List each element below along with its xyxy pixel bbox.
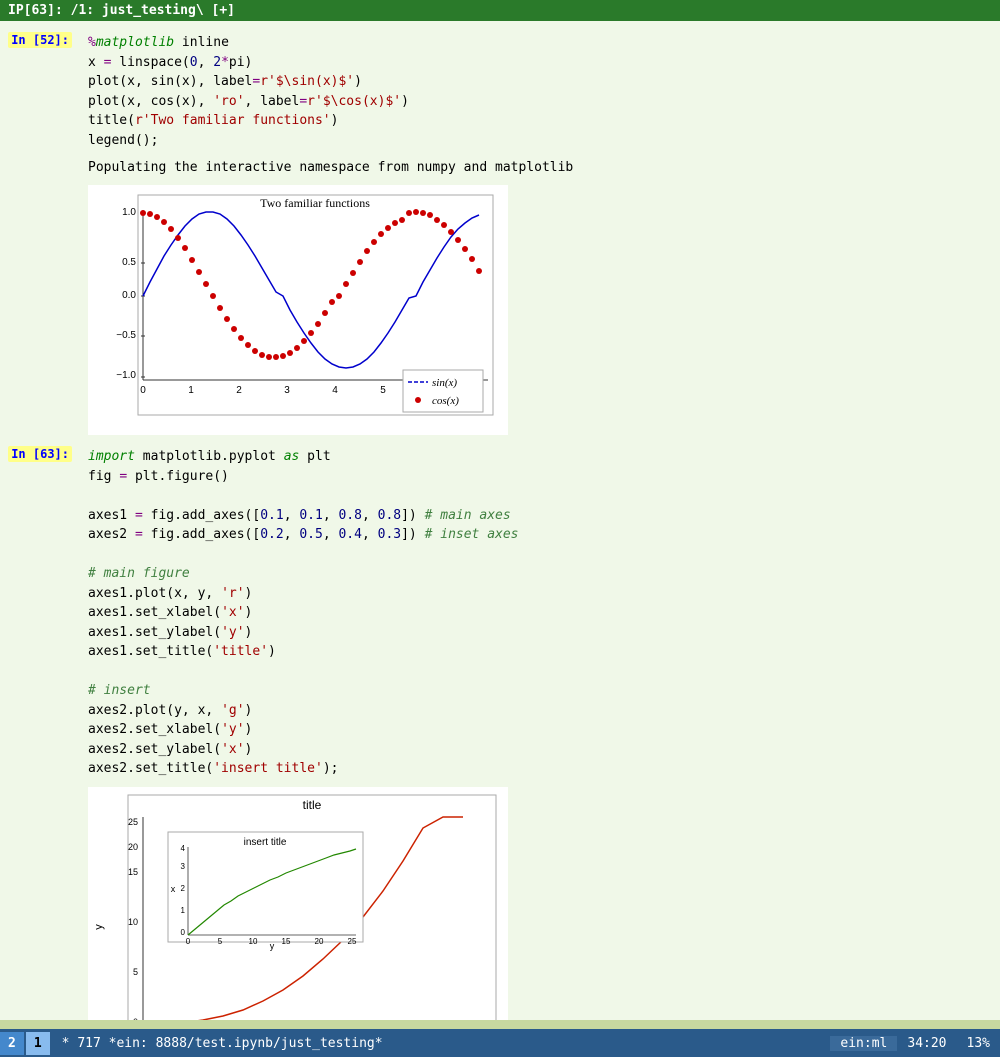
prompt-label-63: In [63]: — [8, 446, 72, 462]
chart1-title: Two familiar functions — [260, 196, 370, 210]
chart1-prompt — [0, 181, 80, 443]
cell-in-63: In [63]: import matplotlib.pyplot as plt… — [0, 443, 1000, 783]
status-position: 34:20 — [897, 1036, 956, 1051]
cell-prompt-52: In [52]: — [0, 29, 80, 154]
y-tick-0: 0.0 — [122, 290, 136, 301]
svg-text:4: 4 — [181, 844, 186, 853]
statusbar: 2 1 * 717 *ein: 8888/test.ipynb/just_tes… — [0, 1029, 1000, 1057]
y-tick-1: 1.0 — [122, 207, 136, 218]
cell-in-52: In [52]: %matplotlib inline x = linspace… — [0, 29, 1000, 154]
inset-ylabel: x — [171, 884, 176, 894]
svg-text:3: 3 — [181, 862, 186, 871]
legend-cos-label: cos(x) — [432, 395, 459, 407]
svg-text:1: 1 — [188, 385, 194, 396]
chart2-svg: title y x 0 5 10 15 20 25 0 1 2 3 — [88, 787, 508, 1021]
svg-text:2: 2 — [181, 884, 186, 893]
chart2-ylabel: y — [93, 923, 105, 929]
y-tick-05: 0.5 — [122, 257, 136, 268]
chart1-content: Two familiar functions 1.0 0.5 0.0 −0.5 … — [80, 181, 1000, 443]
legend-sin-label: sin(x) — [432, 377, 457, 389]
cell-num-2: 1 — [34, 1036, 42, 1051]
notebook-area: In [52]: %matplotlib inline x = linspace… — [0, 21, 1000, 1020]
svg-text:5: 5 — [133, 967, 138, 977]
cos-dot — [140, 210, 146, 216]
cell-num-1: 2 — [8, 1036, 16, 1051]
status-cell-2[interactable]: 2 — [0, 1032, 24, 1055]
chart2-content: title y x 0 5 10 15 20 25 0 1 2 3 — [80, 783, 1000, 1021]
chart2-prompt — [0, 783, 80, 1021]
legend-cos-dot — [415, 397, 421, 403]
prompt-label-52: In [52]: — [8, 32, 72, 48]
status-mode: ein:ml — [830, 1036, 897, 1051]
y-tick-n1: −1.0 — [116, 370, 136, 381]
svg-text:20: 20 — [128, 842, 138, 852]
svg-text:2: 2 — [236, 385, 242, 396]
svg-text:10: 10 — [249, 937, 258, 946]
code-text-52: %matplotlib inline x = linspace(0, 2*pi)… — [88, 33, 992, 150]
cell-chart2: title y x 0 5 10 15 20 25 0 1 2 3 — [0, 783, 1000, 1021]
svg-text:1: 1 — [181, 906, 186, 915]
title-text: IP[63]: /1: just_testing\ [+] — [8, 3, 235, 18]
svg-text:25: 25 — [348, 937, 357, 946]
cell-chart1: Two familiar functions 1.0 0.5 0.0 −0.5 … — [0, 181, 1000, 443]
svg-text:25: 25 — [128, 817, 138, 827]
status-kernel-info: * 717 *ein: 8888/test.ipynb/just_testing… — [52, 1036, 831, 1051]
cell-code-52[interactable]: %matplotlib inline x = linspace(0, 2*pi)… — [80, 29, 1000, 154]
svg-text:3: 3 — [284, 385, 290, 396]
chart2-main-title: title — [303, 798, 322, 812]
inset-title: insert title — [244, 837, 287, 848]
namespace-output: Populating the interactive namespace fro… — [88, 158, 992, 177]
svg-text:15: 15 — [128, 867, 138, 877]
svg-text:0: 0 — [186, 937, 191, 946]
svg-text:4: 4 — [332, 385, 338, 396]
status-percent: 13% — [957, 1036, 1000, 1051]
cell-code-63[interactable]: import matplotlib.pyplot as plt fig = pl… — [80, 443, 1000, 783]
output-text-content: Populating the interactive namespace fro… — [80, 154, 1000, 181]
svg-text:0: 0 — [140, 385, 146, 396]
y-tick-n05: −0.5 — [116, 330, 136, 341]
svg-text:5: 5 — [380, 385, 386, 396]
chart1-svg: Two familiar functions 1.0 0.5 0.0 −0.5 … — [88, 185, 508, 435]
svg-text:20: 20 — [315, 937, 324, 946]
code-text-63: import matplotlib.pyplot as plt fig = pl… — [88, 447, 992, 779]
cell-prompt-63: In [63]: — [0, 443, 80, 783]
svg-text:15: 15 — [282, 937, 291, 946]
output-prompt — [0, 154, 80, 181]
svg-text:10: 10 — [128, 917, 138, 927]
svg-text:0: 0 — [181, 928, 186, 937]
svg-text:5: 5 — [218, 937, 223, 946]
inset-box — [168, 832, 363, 942]
inset-xlabel: y — [270, 941, 275, 951]
title-bar: IP[63]: /1: just_testing\ [+] — [0, 0, 1000, 21]
svg-text:0: 0 — [133, 1017, 138, 1021]
cell-output-text: Populating the interactive namespace fro… — [0, 154, 1000, 181]
status-cell-1[interactable]: 1 — [26, 1032, 50, 1055]
